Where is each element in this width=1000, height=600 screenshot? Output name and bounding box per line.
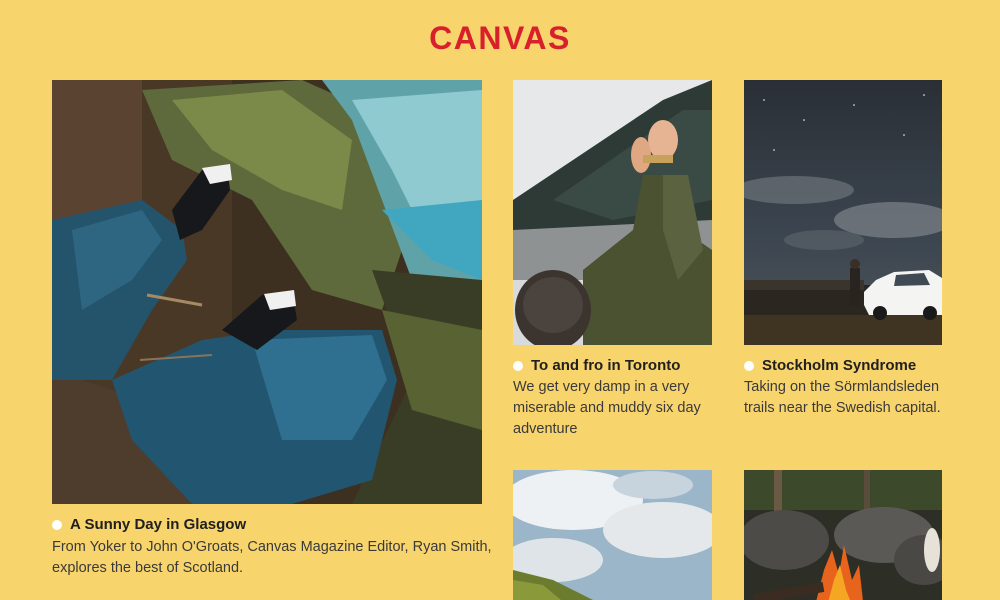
- campfire-article-image[interactable]: [744, 470, 942, 600]
- toronto-article-image[interactable]: [513, 80, 712, 345]
- sky-article-image[interactable]: [513, 470, 712, 600]
- toronto-article-headline[interactable]: To and fro in Toronto: [513, 357, 680, 375]
- feature-article-image[interactable]: [52, 80, 482, 504]
- canvas-logo[interactable]: CANVAS: [0, 18, 1000, 58]
- cloudy-sky-hill-photo: [513, 470, 712, 600]
- stockholm-article-excerpt: Taking on the Sörmlandsleden trails near…: [744, 379, 941, 416]
- feature-article-excerpt: From Yoker to John O'Groats, Canvas Maga…: [52, 539, 492, 576]
- headline-text: A Sunny Day in Glasgow: [70, 516, 247, 533]
- feature-article-headline[interactable]: A Sunny Day in Glasgow: [52, 516, 246, 534]
- tent-pitching-photo: [513, 80, 712, 345]
- bullet-dot-icon: [513, 361, 523, 371]
- bullet-dot-icon: [52, 520, 62, 530]
- headline-text: To and fro in Toronto: [531, 357, 681, 374]
- headline-text: Stockholm Syndrome: [762, 357, 917, 374]
- toronto-article-excerpt: We get very damp in a very miserable and…: [513, 379, 701, 437]
- sneakers-over-river-photo: [52, 80, 482, 504]
- campfire-photo: [744, 470, 942, 600]
- night-sky-car-photo: [744, 80, 942, 345]
- stockholm-article-image[interactable]: [744, 80, 942, 345]
- stockholm-article-headline[interactable]: Stockholm Syndrome: [744, 357, 916, 375]
- magazine-page: CANVAS A Sunny Day in Glasgow From Yoker…: [0, 0, 1000, 600]
- bullet-dot-icon: [744, 361, 754, 371]
